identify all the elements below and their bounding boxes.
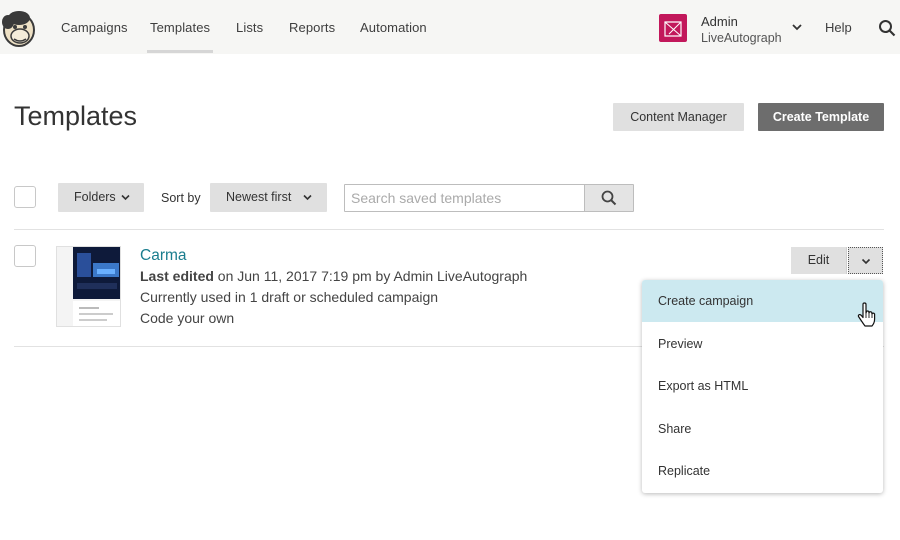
hand-pointer-cursor-icon bbox=[857, 302, 876, 327]
sort-dropdown[interactable]: Newest first bbox=[210, 183, 327, 212]
menu-item-replicate[interactable]: Replicate bbox=[642, 450, 883, 492]
template-name-link[interactable]: Carma bbox=[140, 247, 187, 265]
last-edited-label: Last edited bbox=[140, 268, 214, 284]
content-manager-button[interactable]: Content Manager bbox=[613, 103, 744, 131]
nav-help[interactable]: Help bbox=[825, 0, 852, 55]
chevron-down-icon[interactable] bbox=[791, 21, 803, 33]
template-preview-image bbox=[57, 247, 120, 326]
nav-campaigns[interactable]: Campaigns bbox=[61, 0, 128, 54]
nav-automation[interactable]: Automation bbox=[360, 0, 427, 54]
chevron-down-icon bbox=[303, 194, 312, 201]
search-icon bbox=[601, 190, 617, 206]
chevron-down-icon bbox=[861, 258, 871, 265]
mailchimp-logo-icon[interactable] bbox=[1, 8, 37, 48]
nav-lists[interactable]: Lists bbox=[236, 0, 263, 54]
chevron-down-icon bbox=[121, 194, 130, 201]
menu-item-preview[interactable]: Preview bbox=[642, 323, 883, 365]
template-search bbox=[344, 184, 634, 212]
menu-item-export-html[interactable]: Export as HTML bbox=[642, 365, 883, 407]
search-input[interactable] bbox=[345, 185, 584, 211]
template-type: Code your own bbox=[140, 310, 235, 326]
last-edited-value: on Jun 11, 2017 7:19 pm by Admin LiveAut… bbox=[213, 268, 528, 284]
account-logo-icon bbox=[662, 17, 684, 39]
template-thumbnail[interactable] bbox=[56, 246, 121, 327]
nav-templates[interactable]: Templates bbox=[146, 0, 214, 54]
page-title: Templates bbox=[14, 101, 138, 131]
search-icon[interactable] bbox=[878, 19, 896, 37]
sort-by-label: Sort by bbox=[161, 191, 201, 205]
account-organization[interactable]: LiveAutograph bbox=[701, 31, 782, 45]
select-all-checkbox[interactable] bbox=[14, 186, 36, 208]
template-usage: Currently used in 1 draft or scheduled c… bbox=[140, 289, 439, 305]
search-button[interactable] bbox=[584, 185, 633, 211]
template-last-edited: Last edited on Jun 11, 2017 7:19 pm by A… bbox=[140, 268, 527, 284]
divider bbox=[14, 229, 884, 230]
template-checkbox[interactable] bbox=[14, 245, 36, 267]
top-navigation: Campaigns Templates Lists Reports Automa… bbox=[0, 0, 900, 54]
actions-dropdown-button[interactable] bbox=[848, 247, 883, 274]
create-template-button[interactable]: Create Template bbox=[758, 103, 884, 131]
menu-item-create-campaign[interactable]: Create campaign bbox=[642, 280, 883, 322]
sort-value: Newest first bbox=[226, 190, 292, 204]
template-actions-menu: Create campaign Preview Export as HTML S… bbox=[642, 280, 883, 493]
edit-button[interactable]: Edit bbox=[791, 247, 847, 274]
account-avatar[interactable] bbox=[659, 14, 687, 42]
menu-item-share[interactable]: Share bbox=[642, 408, 883, 450]
folders-dropdown[interactable]: Folders bbox=[58, 183, 144, 212]
folders-label: Folders bbox=[74, 190, 116, 204]
account-name[interactable]: Admin bbox=[701, 14, 738, 29]
nav-reports[interactable]: Reports bbox=[289, 0, 335, 54]
